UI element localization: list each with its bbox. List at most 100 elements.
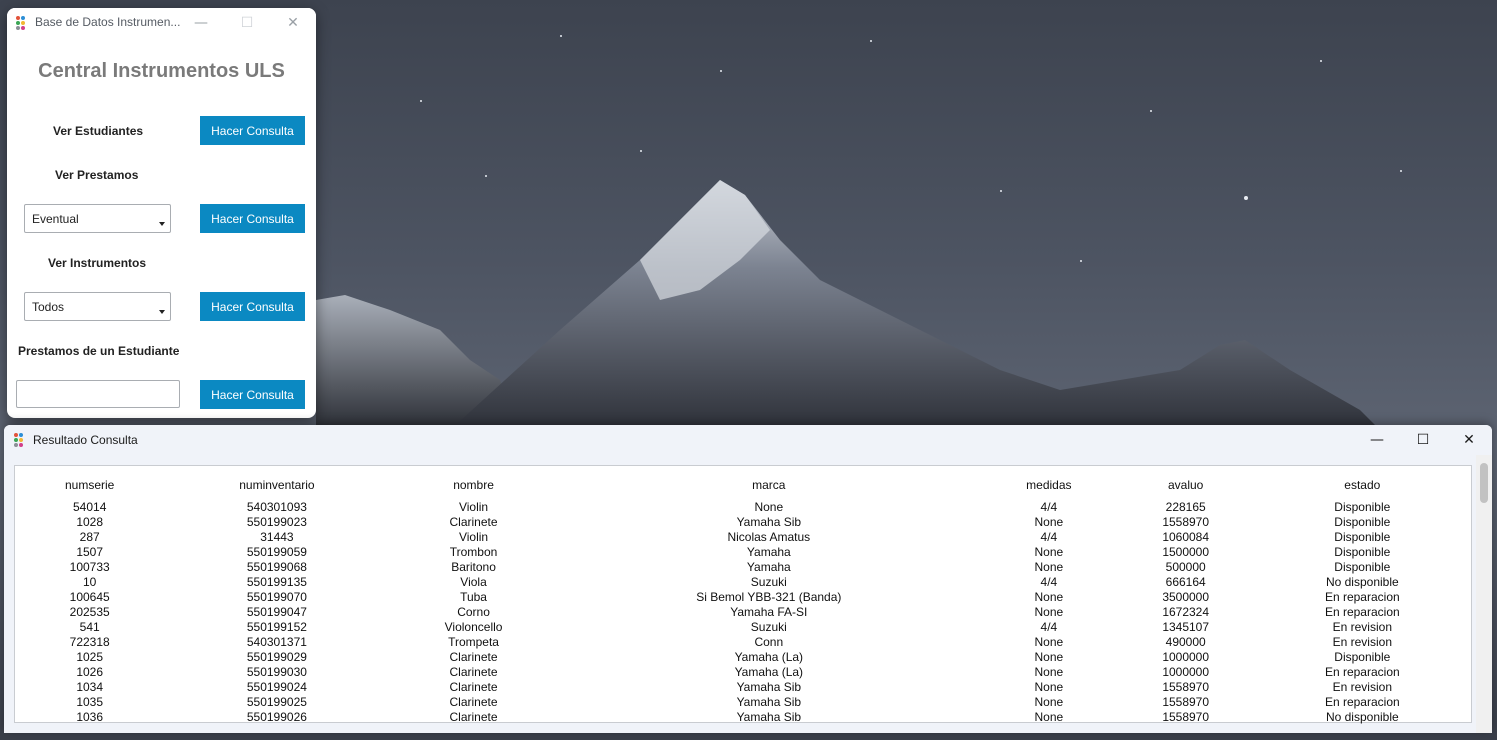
cell-nombre: Tuba — [460, 590, 487, 604]
cell-nombre: Clarinete — [449, 650, 498, 664]
cell-numserie: 1026 — [76, 665, 104, 679]
page-title: Central Instrumentos ULS — [38, 60, 285, 82]
cell-nombre: Violin — [458, 530, 489, 544]
maximize-button[interactable]: ☐ — [1400, 425, 1446, 455]
cell-marca: Yamaha Sib — [736, 515, 802, 529]
student-loans-query-button[interactable]: Hacer Consulta — [200, 380, 305, 409]
close-icon: ✕ — [287, 15, 299, 31]
minimize-button[interactable]: — — [178, 8, 224, 38]
cell-nombre: Viola — [460, 575, 487, 589]
cell-numserie: 100645 — [69, 590, 110, 604]
cell-numserie: 287 — [79, 530, 100, 544]
table-row[interactable]: 10 550199135 Viola Suzuki 4/4 666164 No dispon… — [15, 575, 1471, 590]
cell-nombre: Clarinete — [449, 665, 498, 679]
column-header-numserie: numserie — [65, 478, 115, 492]
maximize-button: ☐ — [224, 8, 270, 38]
minimize-icon: — — [194, 15, 208, 31]
cell-marca: Yamaha — [746, 560, 791, 574]
cell-avaluo: 1558970 — [1162, 710, 1210, 724]
table-row[interactable]: 541 550199152 Violoncello Suzuki 4/4 1345107 E… — [15, 620, 1471, 635]
cell-medidas: None — [1034, 665, 1064, 679]
main-window-titlebar[interactable]: Base de Datos Instrumen... — ☐ ✕ — [7, 8, 316, 38]
table-row[interactable]: 100645 550199070 Tuba Si Bemol YBB-321 (Ban… — [15, 590, 1471, 605]
table-row[interactable]: 54014 540301093 Violin None 4/4 228165 Disponi… — [15, 500, 1471, 515]
cell-estado: En reparacion — [1324, 605, 1400, 619]
students-query-button[interactable]: Hacer Consulta — [200, 116, 305, 145]
cell-medidas: 4/4 — [1040, 500, 1058, 514]
cell-numserie: 1028 — [76, 515, 104, 529]
cell-marca: Yamaha Sib — [736, 695, 802, 709]
cell-estado: En revision — [1332, 620, 1392, 634]
cell-medidas: None — [1034, 635, 1064, 649]
results-table: numserie numinventario nombre marca medidas a… — [15, 466, 1471, 725]
cell-marca: Yamaha FA-SI — [730, 605, 808, 619]
cell-numinventario: 550199047 — [246, 605, 307, 619]
table-row[interactable]: 100733 550199068 Baritono Yamaha None 500000 D… — [15, 560, 1471, 575]
cell-avaluo: 1500000 — [1162, 545, 1210, 559]
cell-avaluo: 1000000 — [1162, 650, 1210, 664]
cell-numserie: 54014 — [73, 500, 107, 514]
cell-estado: No disponible — [1325, 575, 1399, 589]
instruments-label: Ver Instrumentos — [48, 256, 147, 270]
loans-label: Ver Prestamos — [55, 168, 139, 182]
instruments-filter-value: Todos — [32, 300, 65, 314]
app-icon — [14, 433, 27, 447]
minimize-icon: — — [1370, 432, 1384, 448]
main-window-title: Base de Datos Instrumen... — [35, 15, 181, 29]
cell-medidas: 4/4 — [1040, 620, 1058, 634]
cell-avaluo: 228165 — [1165, 500, 1206, 514]
table-row[interactable]: 1036 550199026 Clarinete Yamaha Sib None 1558… — [15, 710, 1471, 725]
vertical-scrollbar[interactable] — [1476, 455, 1492, 733]
dropdown-arrow-icon — [159, 310, 165, 314]
cell-marca: None — [754, 500, 784, 514]
column-header-avaluo: avaluo — [1167, 478, 1204, 492]
cell-avaluo: 1060084 — [1162, 530, 1210, 544]
cell-numserie: 1036 — [76, 710, 104, 724]
cell-estado: Disponible — [1334, 530, 1391, 544]
result-window-title: Resultado Consulta — [33, 433, 138, 447]
cell-nombre: Trombon — [449, 545, 498, 559]
table-row[interactable]: 1507 550199059 Trombon Yamaha None 1500000 Dis… — [15, 545, 1471, 560]
cell-marca: Yamaha Sib — [736, 680, 802, 694]
close-button[interactable]: ✕ — [1446, 425, 1492, 455]
table-row[interactable]: 1026 550199030 Clarinete Yamaha (La) None 100… — [15, 665, 1471, 680]
cell-marca: Yamaha (La) — [734, 665, 804, 679]
instruments-query-button[interactable]: Hacer Consulta — [200, 292, 305, 321]
cell-estado: Disponible — [1334, 500, 1391, 514]
main-window: Base de Datos Instrumen... — ☐ ✕ Central… — [7, 8, 316, 418]
dropdown-arrow-icon — [159, 222, 165, 226]
minimize-button[interactable]: — — [1354, 425, 1400, 455]
table-row[interactable]: 1035 550199025 Clarinete Yamaha Sib None 1558… — [15, 695, 1471, 710]
cell-estado: En reparacion — [1324, 590, 1400, 604]
table-row[interactable]: 1025 550199029 Clarinete Yamaha (La) None 100… — [15, 650, 1471, 665]
table-row[interactable]: 287 31443 Violin Nicolas Amatus 4/4 1060084 Di… — [15, 530, 1471, 545]
cell-medidas: None — [1034, 650, 1064, 664]
close-button[interactable]: ✕ — [270, 8, 316, 38]
cell-medidas: None — [1034, 560, 1064, 574]
table-row[interactable]: 202535 550199047 Corno Yamaha FA-SI None 1672… — [15, 605, 1471, 620]
instruments-filter-select[interactable]: Todos — [24, 292, 171, 321]
loans-query-button[interactable]: Hacer Consulta — [200, 204, 305, 233]
cell-marca: Si Bemol YBB-321 (Banda) — [696, 590, 842, 604]
cell-estado: Disponible — [1334, 650, 1391, 664]
cell-avaluo: 666164 — [1165, 575, 1206, 589]
scrollbar-thumb[interactable] — [1480, 463, 1488, 503]
column-header-estado: estado — [1344, 478, 1381, 492]
loans-type-select[interactable]: Eventual — [24, 204, 171, 233]
cell-estado: En revision — [1332, 680, 1392, 694]
loans-type-value: Eventual — [32, 212, 79, 226]
results-table-container: numserie numinventario nombre marca medidas a… — [14, 465, 1472, 725]
column-header-numinventario: numinventario — [239, 478, 315, 492]
cell-numserie: 541 — [79, 620, 100, 634]
result-window-titlebar[interactable]: Resultado Consulta — ☐ ✕ — [4, 425, 1492, 455]
cell-marca: Suzuki — [750, 620, 787, 634]
cell-estado: No disponible — [1325, 710, 1399, 724]
table-row[interactable]: 1028 550199023 Clarinete Yamaha Sib None 1558… — [15, 515, 1471, 530]
cell-numinventario: 540301371 — [246, 635, 307, 649]
cell-medidas: None — [1034, 680, 1064, 694]
table-row[interactable]: 722318 540301371 Trompeta Conn None 490000 En … — [15, 635, 1471, 650]
table-header-row: numserie numinventario nombre marca medidas a… — [15, 466, 1471, 500]
student-id-input[interactable] — [16, 380, 180, 408]
table-row[interactable]: 1034 550199024 Clarinete Yamaha Sib None 1558… — [15, 680, 1471, 695]
column-header-medidas: medidas — [1026, 478, 1072, 492]
